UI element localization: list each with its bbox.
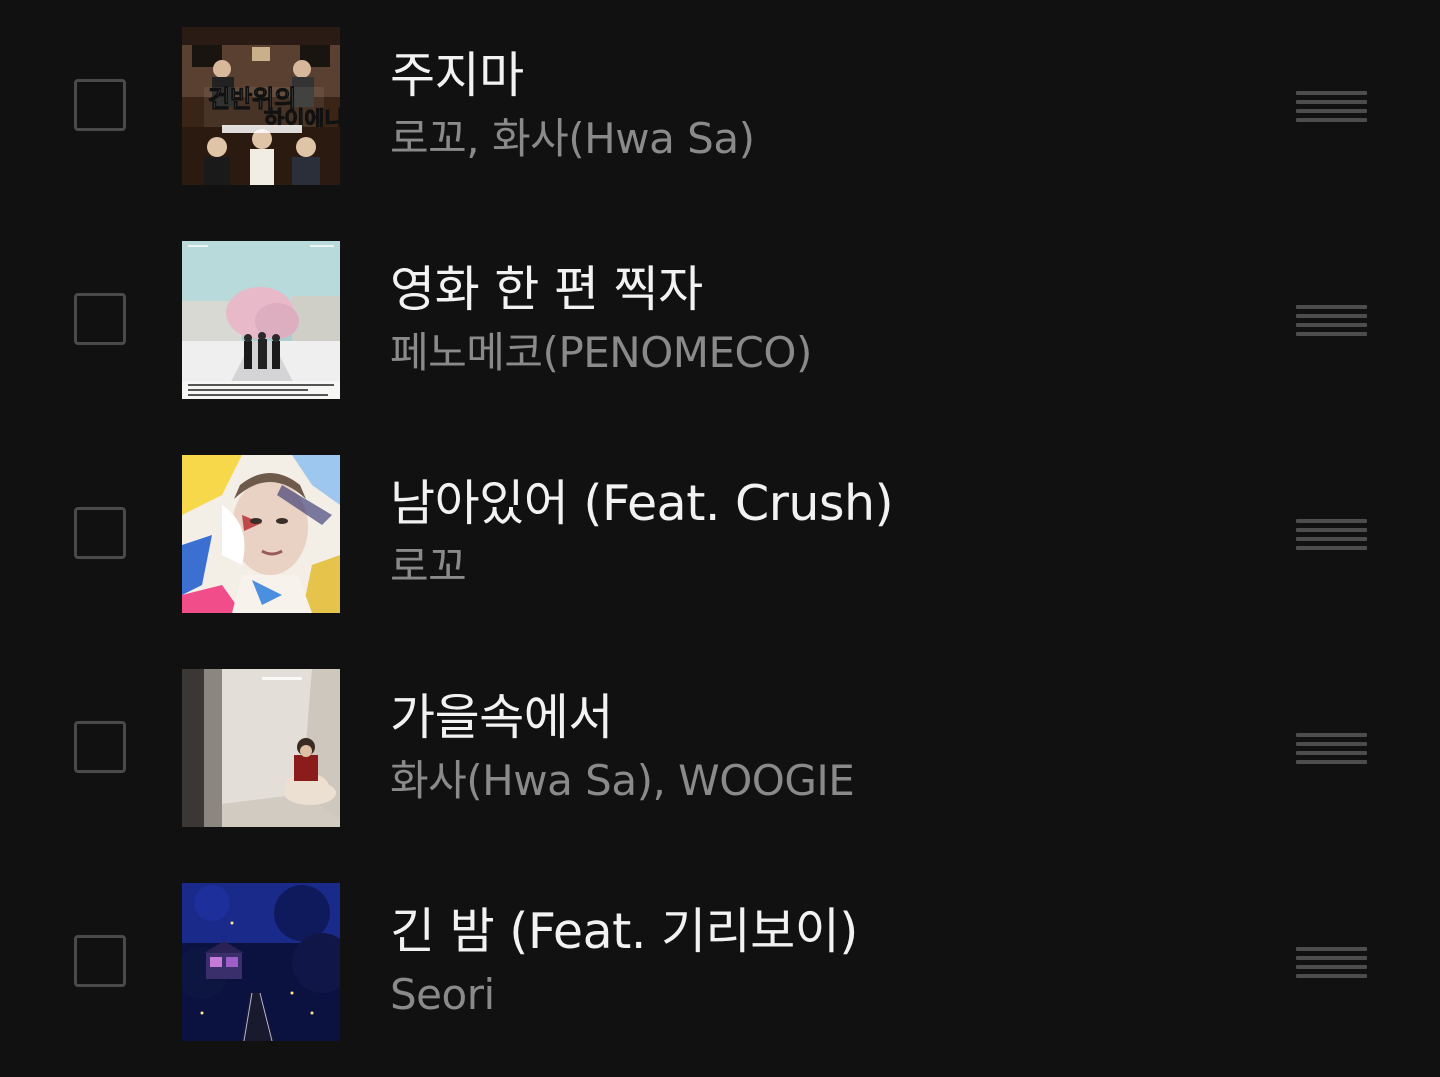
drag-handle-icon[interactable] bbox=[1296, 733, 1367, 765]
live-band-cover-icon: 건반위의 하이에나 bbox=[182, 27, 340, 185]
track-artist: 페노메코(PENOMECO) bbox=[390, 328, 812, 377]
woman-in-corner-cover-icon bbox=[182, 669, 340, 827]
track-row[interactable]: 남아있어 (Feat. Crush) 로꼬 bbox=[0, 428, 1440, 642]
cherry-blossom-street-cover-icon bbox=[182, 241, 340, 399]
track-title: 남아있어 (Feat. Crush) bbox=[390, 475, 894, 532]
track-title: 가을속에서 bbox=[390, 689, 613, 746]
album-art-icon[interactable] bbox=[182, 669, 340, 827]
album-art-icon[interactable] bbox=[182, 883, 340, 1041]
track-row[interactable]: 가을속에서 화사(Hwa Sa), WOOGIE bbox=[0, 642, 1440, 856]
track-select-checkbox[interactable] bbox=[74, 293, 126, 345]
album-art-icon[interactable]: 건반위의 하이에나 bbox=[182, 27, 340, 185]
drag-handle-icon[interactable] bbox=[1296, 91, 1367, 123]
track-title: 주지마 bbox=[390, 47, 524, 104]
track-select-checkbox[interactable] bbox=[74, 935, 126, 987]
playlist: 건반위의 하이에나 주지마 로꼬, 화사(Hwa Sa) 영화 한 편 찍자 페… bbox=[0, 0, 1440, 1077]
album-art-icon[interactable] bbox=[182, 455, 340, 613]
album-art-icon[interactable] bbox=[182, 241, 340, 399]
track-select-checkbox[interactable] bbox=[74, 721, 126, 773]
drag-handle-icon[interactable] bbox=[1296, 947, 1367, 979]
track-title: 영화 한 편 찍자 bbox=[390, 261, 703, 318]
track-select-checkbox[interactable] bbox=[74, 507, 126, 559]
track-artist: 로꼬 bbox=[390, 542, 467, 591]
track-row[interactable]: 긴 밤 (Feat. 기리보이) Seori bbox=[0, 856, 1440, 1070]
painted-portrait-cover-icon bbox=[182, 455, 340, 613]
track-artist: 화사(Hwa Sa), WOOGIE bbox=[390, 756, 855, 805]
track-select-checkbox[interactable] bbox=[74, 79, 126, 131]
track-artist: 로꼬, 화사(Hwa Sa) bbox=[390, 114, 755, 163]
drag-handle-icon[interactable] bbox=[1296, 519, 1367, 551]
drag-handle-icon[interactable] bbox=[1296, 305, 1367, 337]
track-row[interactable]: 건반위의 하이에나 주지마 로꼬, 화사(Hwa Sa) bbox=[0, 0, 1440, 214]
night-treehouse-cover-icon bbox=[182, 883, 340, 1041]
track-row[interactable]: 영화 한 편 찍자 페노메코(PENOMECO) bbox=[0, 214, 1440, 428]
track-title: 긴 밤 (Feat. 기리보이) bbox=[390, 903, 858, 960]
track-artist: Seori bbox=[390, 970, 495, 1019]
